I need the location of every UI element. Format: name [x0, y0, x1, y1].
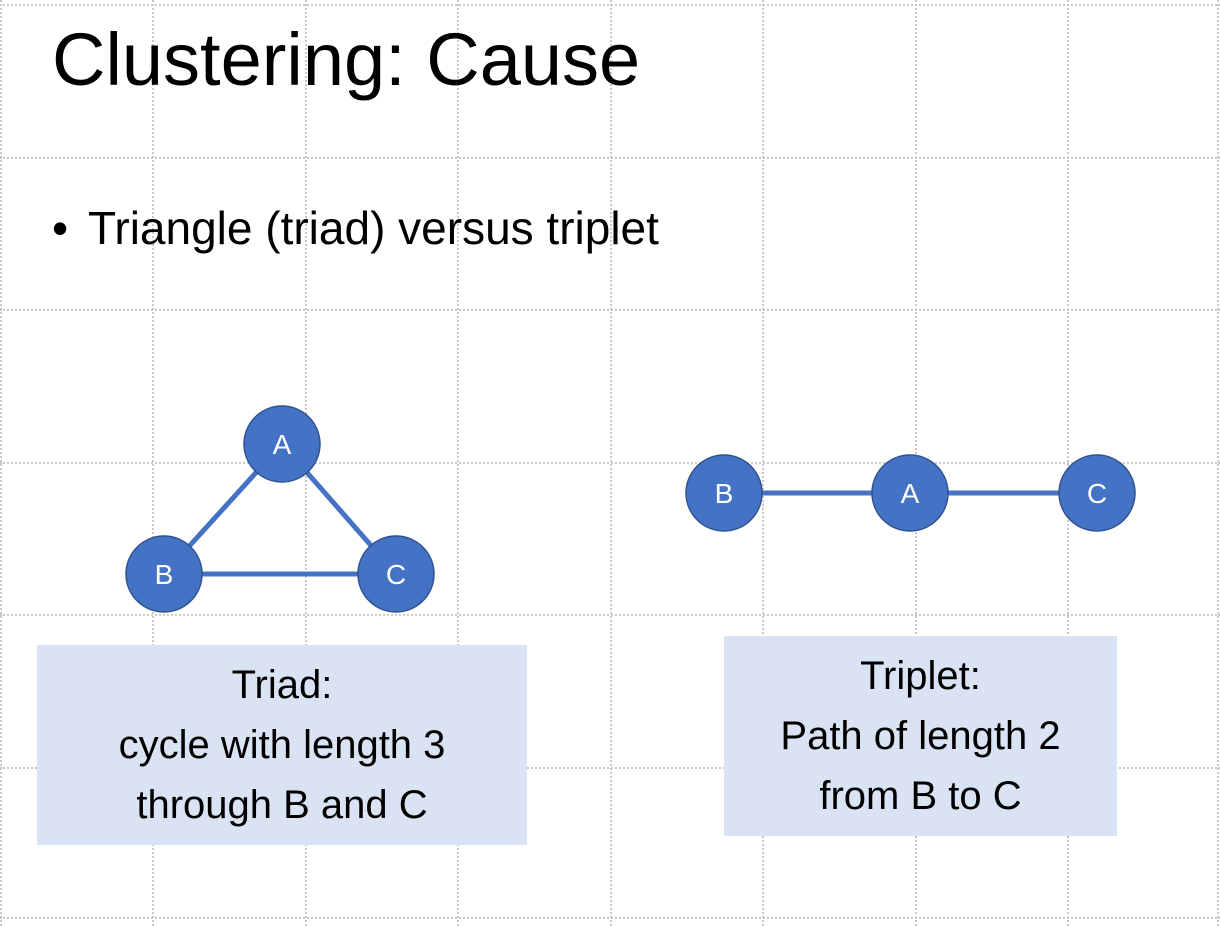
triplet-node-a: A [871, 454, 949, 532]
triad-node-b-label: B [155, 559, 174, 590]
triplet-caption-box: Triplet: Path of length 2 from B to C [724, 636, 1117, 836]
triad-caption-line: Triad: [231, 663, 333, 707]
triad-node-a: A [243, 405, 321, 483]
triad-node-b: B [125, 535, 203, 613]
triplet-node-b-label: B [715, 478, 734, 509]
triplet-node-a-label: A [901, 478, 920, 509]
triplet-node-c-label: C [1087, 478, 1107, 509]
triad-node-a-label: A [273, 429, 292, 460]
triad-caption-line: cycle with length 3 [118, 723, 446, 767]
triplet-graph: B A C [685, 454, 1136, 532]
triplet-caption-line: Triplet: [860, 654, 981, 698]
triplet-node-c: C [1058, 454, 1136, 532]
triad-graph: A B C [125, 405, 435, 613]
triad-node-c: C [357, 535, 435, 613]
triplet-caption-line: from B to C [819, 774, 1022, 818]
triad-caption-line: through B and C [136, 783, 428, 827]
triad-caption-box: Triad: cycle with length 3 through B and… [37, 645, 527, 845]
triplet-caption-line: Path of length 2 [780, 714, 1061, 758]
triad-node-c-label: C [386, 559, 406, 590]
triplet-node-b: B [685, 454, 763, 532]
